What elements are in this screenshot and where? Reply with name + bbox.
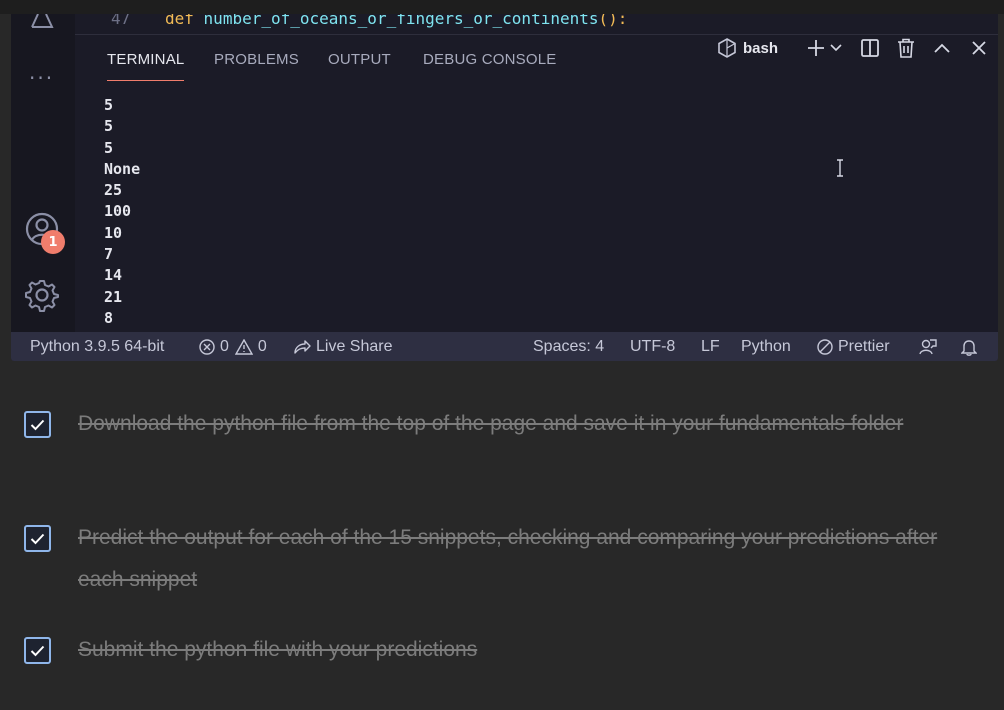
checkmark-icon <box>30 419 45 430</box>
terminal-line: 5 <box>104 96 114 114</box>
activity-bar: ··· 1 <box>11 14 75 332</box>
eol-status[interactable]: LF <box>701 338 720 356</box>
terminal-line: 100 <box>104 202 132 221</box>
problems-status[interactable]: 0 0 <box>199 338 267 356</box>
prettier-label: Prettier <box>838 338 890 355</box>
terminal-line: 10 <box>104 223 123 242</box>
chevron-down-icon <box>830 44 842 52</box>
text-cursor-icon <box>837 159 843 177</box>
editor-code-line[interactable]: 47 def number_of_oceans_or_fingers_or_co… <box>75 14 998 35</box>
terminal-line: 5 <box>104 117 114 136</box>
python-interpreter[interactable]: Python 3.9.5 64-bit <box>30 338 164 356</box>
new-terminal-button[interactable] <box>805 35 827 61</box>
live-share-icon <box>294 340 311 354</box>
terminal-line: 5 <box>104 138 114 157</box>
task-checkbox[interactable] <box>24 411 51 438</box>
terminal-line: 21 <box>104 287 123 306</box>
terminal-panel: TERMINAL PROBLEMS OUTPUT DEBUG CONSOLE b… <box>75 35 998 332</box>
code-function-name: number_of_oceans_or_fingers_or_continent… <box>203 14 599 28</box>
tab-output[interactable]: OUTPUT <box>328 51 391 68</box>
feedback-icon <box>919 339 937 355</box>
task-text: Predict the output for each of the 15 sn… <box>78 526 938 591</box>
split-icon <box>861 39 879 57</box>
top-strip <box>0 0 1004 14</box>
chevron-up-icon <box>934 43 950 53</box>
task-text: Download the python file from the top of… <box>78 412 904 435</box>
task-checkbox[interactable] <box>24 637 51 664</box>
testing-flask-icon[interactable] <box>29 14 55 28</box>
error-icon <box>199 339 215 355</box>
terminal-line: 8 <box>104 308 114 327</box>
terminal-output[interactable]: 5 5 5 None 25 100 10 7 14 21 8 <box>104 95 140 329</box>
live-share-label: Live Share <box>316 338 393 355</box>
active-tab-indicator <box>107 80 184 81</box>
feedback-button[interactable] <box>919 338 942 356</box>
bell-icon <box>961 340 977 356</box>
tab-problems[interactable]: PROBLEMS <box>214 51 299 68</box>
maximize-panel-button[interactable] <box>931 35 953 61</box>
code-text[interactable]: def number_of_oceans_or_fingers_or_conti… <box>165 14 627 28</box>
checkmark-icon <box>30 645 45 656</box>
terminal-line: 7 <box>104 245 114 264</box>
terminal-line: 14 <box>104 266 123 285</box>
terminal-line: None <box>104 159 141 178</box>
task-text: Submit the python file with your predict… <box>78 638 478 661</box>
error-count: 0 <box>220 338 229 355</box>
plus-icon <box>808 40 824 56</box>
line-number: 47 <box>111 14 131 28</box>
terminal-shell-selector[interactable]: bash <box>717 35 778 61</box>
task-checkbox[interactable] <box>24 525 51 552</box>
live-share-button[interactable]: Live Share <box>293 338 393 356</box>
indentation-status[interactable]: Spaces: 4 <box>533 338 604 356</box>
more-icon[interactable]: ··· <box>29 68 54 88</box>
kill-terminal-button[interactable] <box>895 35 917 61</box>
terminal-icon <box>718 38 736 58</box>
warning-icon <box>234 339 253 355</box>
tab-debug-console[interactable]: DEBUG CONSOLE <box>423 51 556 68</box>
tab-terminal[interactable]: TERMINAL <box>107 51 184 68</box>
code-keyword: def <box>165 14 194 28</box>
shell-label: bash <box>743 39 779 57</box>
warning-count: 0 <box>257 338 267 355</box>
checkmark-icon <box>30 533 45 544</box>
vscode-window: ··· 1 47 def number_of_oceans_or_fingers… <box>11 14 998 361</box>
encoding-status[interactable]: UTF-8 <box>630 338 675 356</box>
terminal-dropdown-button[interactable] <box>829 35 843 61</box>
status-bar: Python 3.9.5 64-bit 0 0 Live Share Space… <box>11 332 998 361</box>
notifications-button[interactable] <box>961 338 982 356</box>
terminal-line: 25 <box>104 181 123 200</box>
trash-icon <box>898 38 914 58</box>
close-panel-button[interactable] <box>968 35 990 61</box>
panel-tabs: TERMINAL PROBLEMS OUTPUT DEBUG CONSOLE b… <box>75 35 998 83</box>
prettier-disabled-icon <box>817 339 833 355</box>
close-icon <box>972 41 986 55</box>
task-checklist: Download the python file from the top of… <box>0 361 1004 710</box>
split-terminal-button[interactable] <box>859 35 881 61</box>
language-mode[interactable]: Python <box>741 338 791 356</box>
code-parens: (): <box>598 14 628 28</box>
settings-gear-icon[interactable] <box>25 278 59 312</box>
account-badge: 1 <box>41 230 65 254</box>
prettier-status[interactable]: Prettier <box>817 338 890 356</box>
